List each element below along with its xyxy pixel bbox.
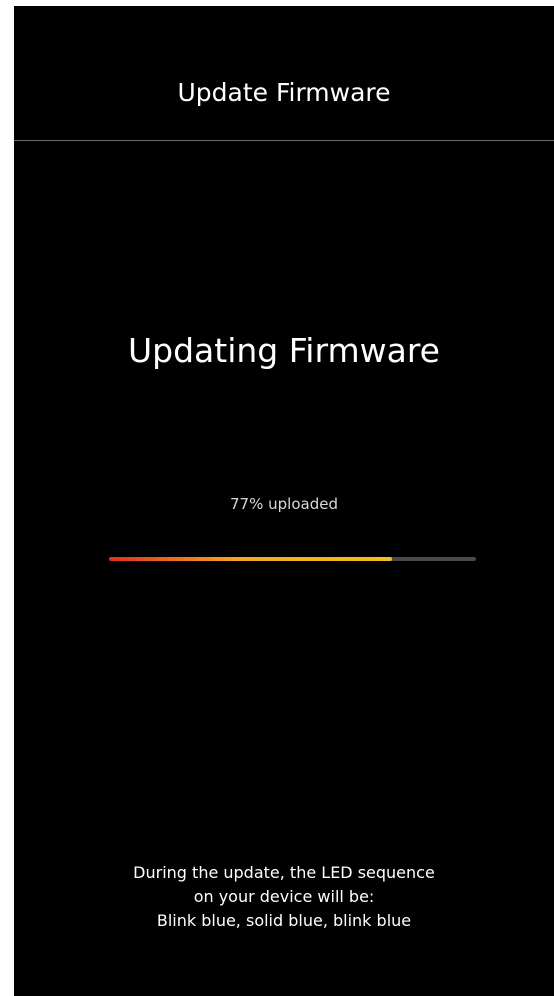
app-screen: Update Firmware Updating Firmware 77% up… <box>14 6 554 996</box>
status-title: Updating Firmware <box>128 331 440 370</box>
led-info-line-1: During the update, the LED sequence <box>133 863 435 882</box>
progress-bar-fill <box>109 557 392 561</box>
led-sequence-info: During the update, the LED sequence on y… <box>14 861 554 933</box>
header-bar: Update Firmware <box>14 6 554 141</box>
led-info-line-3: Blink blue, solid blue, blink blue <box>156 911 412 930</box>
led-info-line-2: on your device will be: <box>193 887 375 906</box>
progress-label: 77% uploaded <box>230 495 338 513</box>
progress-bar-track <box>109 557 476 561</box>
page-title: Update Firmware <box>177 78 391 107</box>
